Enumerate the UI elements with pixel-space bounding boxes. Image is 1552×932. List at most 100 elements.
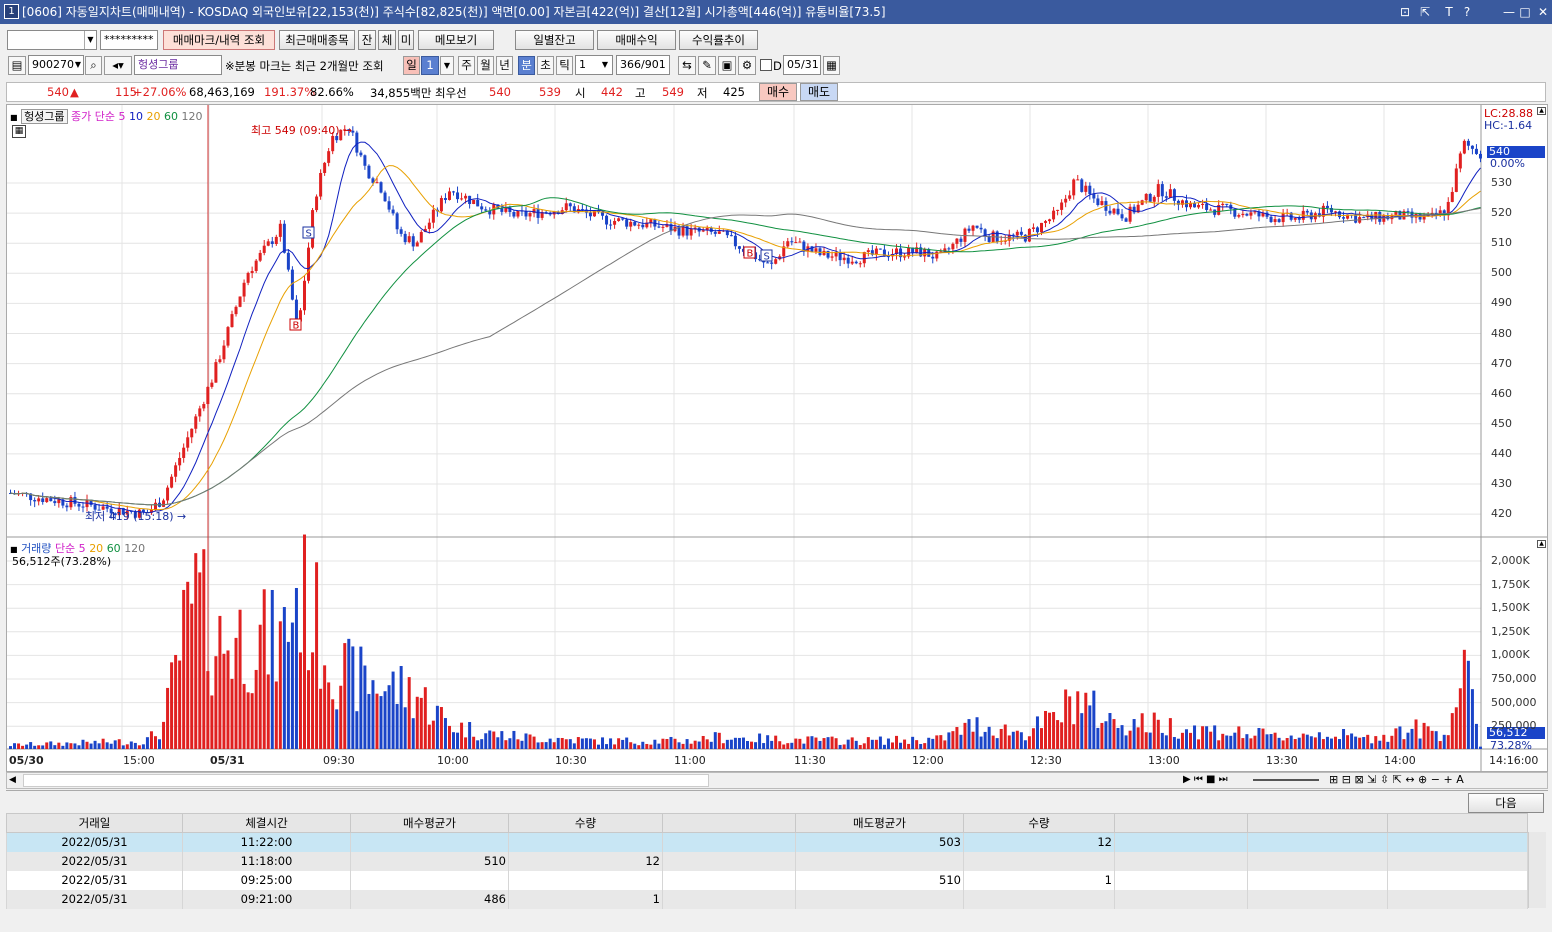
box-icon[interactable]: ⊠: [1354, 773, 1363, 786]
fit-icon[interactable]: ⇲: [1367, 773, 1376, 786]
volume-bar: [1233, 732, 1237, 749]
zoom-in-icon[interactable]: +: [1443, 773, 1452, 786]
zoom-out-icon[interactable]: −: [1431, 773, 1440, 786]
chevron-down-icon[interactable]: ▼: [72, 56, 84, 74]
period-year[interactable]: 년: [496, 56, 513, 75]
calendar-icon[interactable]: ▦: [823, 56, 840, 75]
chart-scrollbar[interactable]: ◀ ▶ ⏮ ■ ⏭ ⊞ ⊟ ⊠ ⇲ ⇳ ⇱ ↔ ⊕ − + A: [6, 772, 1548, 789]
help-icon[interactable]: ?: [1460, 0, 1474, 24]
volume-bar: [983, 731, 987, 749]
volume-bar: [1164, 735, 1168, 749]
stock-name-field[interactable]: 헝셩그룹: [134, 55, 222, 75]
balance-button[interactable]: 잔: [358, 30, 376, 50]
horizontal-icon[interactable]: ↔: [1405, 773, 1414, 786]
reset-icon[interactable]: ⇱: [1393, 773, 1402, 786]
playback-controls[interactable]: ▶ ⏮ ■ ⏭: [1183, 774, 1228, 785]
volume-bar: [890, 742, 894, 749]
period-second[interactable]: 초: [537, 56, 554, 75]
period-day-count[interactable]: 1: [421, 56, 439, 75]
period-month[interactable]: 월: [477, 56, 494, 75]
scroll-thumb[interactable]: [23, 774, 709, 787]
col-header-sell-qty[interactable]: 수량: [963, 813, 1115, 833]
table-scrollbar[interactable]: [1528, 832, 1546, 908]
panel-toggle-icon[interactable]: ▲: [1537, 107, 1546, 115]
layout-icon[interactable]: ▤: [8, 56, 26, 75]
col-header-buy-avg[interactable]: 매수평균가: [350, 813, 509, 833]
candle-body: [641, 224, 645, 228]
split-icon[interactable]: ⊞: [1329, 773, 1338, 786]
candle-body: [846, 257, 850, 264]
volume-bar: [1406, 732, 1410, 749]
daily-balance-button[interactable]: 일별잔고: [515, 30, 594, 50]
search-icon[interactable]: ⌕: [85, 56, 102, 75]
volume-bar: [1354, 736, 1358, 749]
col-header-sell-avg[interactable]: 매도평균가: [795, 813, 964, 833]
chart-area[interactable]: BSBS ■ 헝셩그룹 종가 단순 5 10 20 60 120 ▦ 최고 54…: [6, 104, 1548, 772]
compare-icon[interactable]: ⇆: [678, 56, 696, 75]
volume-bar: [544, 742, 548, 749]
trade-profit-button[interactable]: 매매수익: [597, 30, 676, 50]
app-icon[interactable]: 1: [4, 4, 19, 19]
candle-body: [1108, 210, 1112, 214]
zoom-icon[interactable]: ⊕: [1418, 773, 1427, 786]
merge-icon[interactable]: ⊟: [1342, 773, 1351, 786]
candle-body: [395, 213, 399, 230]
col-header-time[interactable]: 체결시간: [182, 813, 351, 833]
buy-button[interactable]: 매수: [759, 83, 797, 101]
period-week[interactable]: 주: [458, 56, 475, 75]
candle-body: [826, 250, 830, 258]
return-trend-button[interactable]: 수익률추이: [679, 30, 758, 50]
zoom-slider[interactable]: [1253, 779, 1319, 781]
sell-button[interactable]: 매도: [800, 83, 838, 101]
x-tick: 10:00: [437, 754, 469, 767]
volume-bar: [532, 736, 536, 749]
period-day[interactable]: 일: [403, 56, 420, 75]
candle-body: [1015, 231, 1019, 236]
chevron-down-icon[interactable]: ▼: [84, 31, 96, 49]
trade-mark-query-button[interactable]: 매매마크/내역 조회: [163, 30, 275, 50]
panel-toggle-icon[interactable]: ▲: [1537, 540, 1546, 548]
table-view-icon[interactable]: ▦: [12, 125, 26, 138]
next-button[interactable]: 다음: [1468, 793, 1544, 813]
col-header-buy-qty[interactable]: 수량: [508, 813, 663, 833]
table-row[interactable]: 2022/05/31 09:21:00 486 1: [6, 889, 1528, 909]
memo-button[interactable]: 메모보기: [418, 30, 494, 50]
table-row[interactable]: 2022/05/31 09:25:00 510 1: [6, 870, 1528, 890]
data-count-field[interactable]: 366/901: [616, 55, 670, 75]
speaker-icon[interactable]: ◂▾: [104, 56, 132, 75]
candle-body: [262, 245, 266, 253]
volume-bar: [935, 735, 939, 749]
minimize-icon[interactable]: —: [1502, 0, 1516, 24]
candle-body: [198, 408, 202, 417]
vertical-fit-icon[interactable]: ⇳: [1380, 773, 1389, 786]
close-icon[interactable]: ✕: [1536, 0, 1550, 24]
save-icon[interactable]: ▣: [718, 56, 736, 75]
font-icon[interactable]: T: [1442, 0, 1456, 24]
recent-trades-button[interactable]: 최근매매종목: [279, 30, 355, 50]
detach-icon[interactable]: ⇱: [1418, 0, 1432, 24]
period-minute[interactable]: 분: [518, 56, 535, 75]
scroll-left-icon[interactable]: ◀: [9, 775, 16, 785]
chevron-down-icon[interactable]: ▼: [440, 56, 454, 75]
tools-icon[interactable]: ✎: [698, 56, 716, 75]
filled-button[interactable]: 체: [378, 30, 396, 50]
period-tick[interactable]: 틱: [556, 56, 573, 75]
stock-label[interactable]: 헝셩그룹: [21, 109, 68, 124]
col-header-date[interactable]: 거래일: [6, 813, 183, 833]
volume-bar: [105, 742, 109, 749]
password-field[interactable]: *********: [100, 30, 158, 50]
date-checkbox[interactable]: [760, 59, 772, 71]
date-input[interactable]: 05/31: [783, 55, 821, 75]
table-row[interactable]: 2022/05/31 11:18:00 510 12: [6, 851, 1528, 871]
unfilled-button[interactable]: 미: [398, 30, 414, 50]
maximize-icon[interactable]: □: [1518, 0, 1532, 24]
gear-icon[interactable]: ⚙: [738, 56, 756, 75]
volume-bar: [1019, 732, 1023, 749]
volume-bar: [1321, 739, 1325, 749]
volume-bar: [77, 745, 81, 749]
volume-bar: [1056, 720, 1060, 749]
chevron-down-icon[interactable]: ▼: [599, 56, 611, 74]
restore-layout-icon[interactable]: ⊡: [1398, 0, 1412, 24]
table-row[interactable]: 2022/05/31 11:22:00 503 12: [6, 832, 1528, 852]
font-size-icon[interactable]: A: [1456, 773, 1464, 786]
